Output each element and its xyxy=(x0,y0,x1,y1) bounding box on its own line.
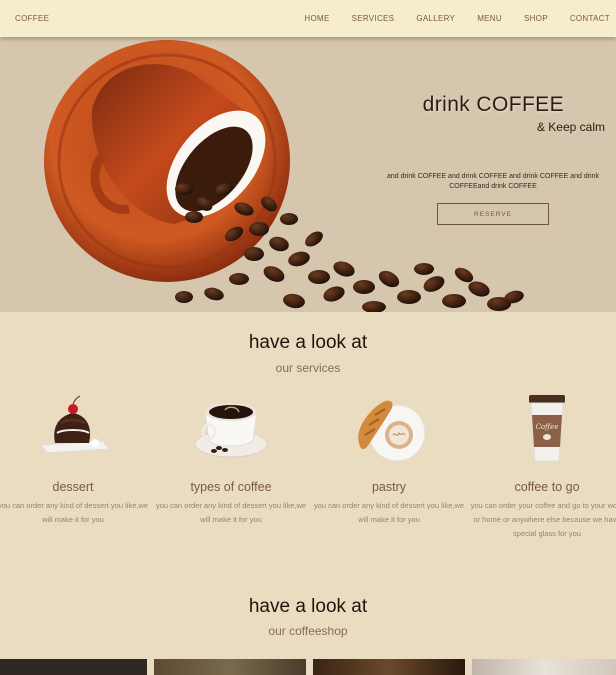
hero-description: and drink COFFEE and drink COFFEE and dr… xyxy=(386,173,600,190)
reserve-button[interactable]: RESERVE xyxy=(437,203,549,225)
service-description: you can order any kind of dessert you li… xyxy=(155,501,307,524)
service-name: coffee to go xyxy=(514,480,580,494)
coffee-cup-icon xyxy=(152,390,310,465)
service-name: types of coffee xyxy=(190,480,272,494)
service-description: you can order your coffee and go to your… xyxy=(470,501,616,538)
coffeeshop-title: have a look at xyxy=(248,596,368,617)
gallery-image[interactable] xyxy=(313,659,465,675)
service-description: you can order any kind of dessert you li… xyxy=(313,501,465,524)
service-card-dessert: dessert you can order any kind of desser… xyxy=(0,390,152,527)
gallery-image[interactable] xyxy=(0,659,147,675)
nav-gallery-link[interactable]: GALLERY xyxy=(416,14,455,23)
croissant-icon xyxy=(310,390,468,465)
nav-contact-link[interactable]: CONTACT xyxy=(570,14,610,23)
nav-shop-link[interactable]: SHOP xyxy=(524,14,548,23)
service-name: dessert xyxy=(52,480,94,494)
hero-title: drink COFFEE xyxy=(422,93,564,116)
service-card-coffee-to-go: Coffee coffee to go you can order your c… xyxy=(468,390,616,541)
coffee-cup-label: Coffee xyxy=(536,423,559,431)
hero-section: drink COFFEE & Keep calm and drink COFFE… xyxy=(0,37,616,312)
service-name: pastry xyxy=(371,480,407,494)
dessert-icon xyxy=(0,390,152,465)
services-title: have a look at xyxy=(248,332,368,353)
nav-services-link[interactable]: SERVICES xyxy=(352,14,395,23)
services-subtitle: our services xyxy=(275,361,341,375)
top-navbar: COFFEE HOME SERVICES GALLERY MENU SHOP C… xyxy=(0,0,616,37)
brand-logo-link[interactable]: COFFEE xyxy=(15,14,49,23)
nav-menu-link[interactable]: MENU xyxy=(477,14,502,23)
nav-menu: HOME SERVICES GALLERY MENU SHOP CONTACT xyxy=(282,14,610,23)
hero-subtitle: & Keep calm xyxy=(536,120,605,134)
nav-home-link[interactable]: HOME xyxy=(304,14,329,23)
gallery-image[interactable] xyxy=(154,659,306,675)
coffeeshop-subtitle: our coffeeshop xyxy=(268,624,348,638)
service-card-coffee-types: types of coffee you can order any kind o… xyxy=(152,390,310,527)
coffee-to-go-icon: Coffee xyxy=(468,390,616,465)
service-card-pastry: pastry you can order any kind of dessert… xyxy=(310,390,468,527)
service-description: you can order any kind of dessert you li… xyxy=(0,501,149,524)
gallery-image[interactable] xyxy=(472,659,616,675)
